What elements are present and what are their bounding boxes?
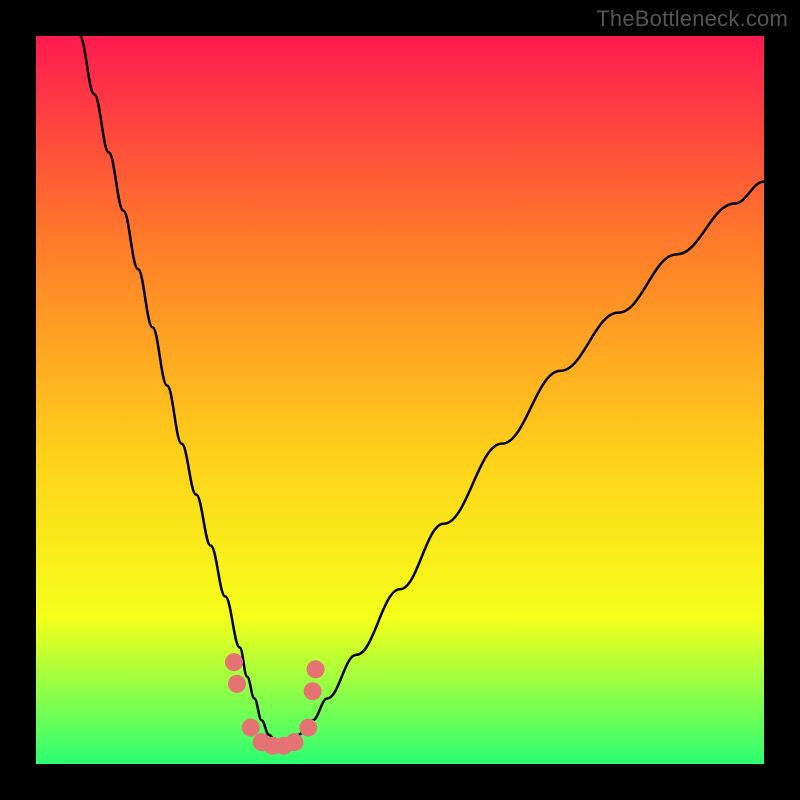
curve-marker [307,660,325,678]
curve-marker [225,653,243,671]
curve-marker [285,733,303,751]
curve-marker [304,682,322,700]
plot-background [36,36,764,764]
curve-marker [299,719,317,737]
chart-root: { "watermark": "TheBottleneck.com", "col… [0,0,800,800]
curve-marker [242,719,260,737]
chart-canvas [0,0,800,800]
curve-marker [228,675,246,693]
